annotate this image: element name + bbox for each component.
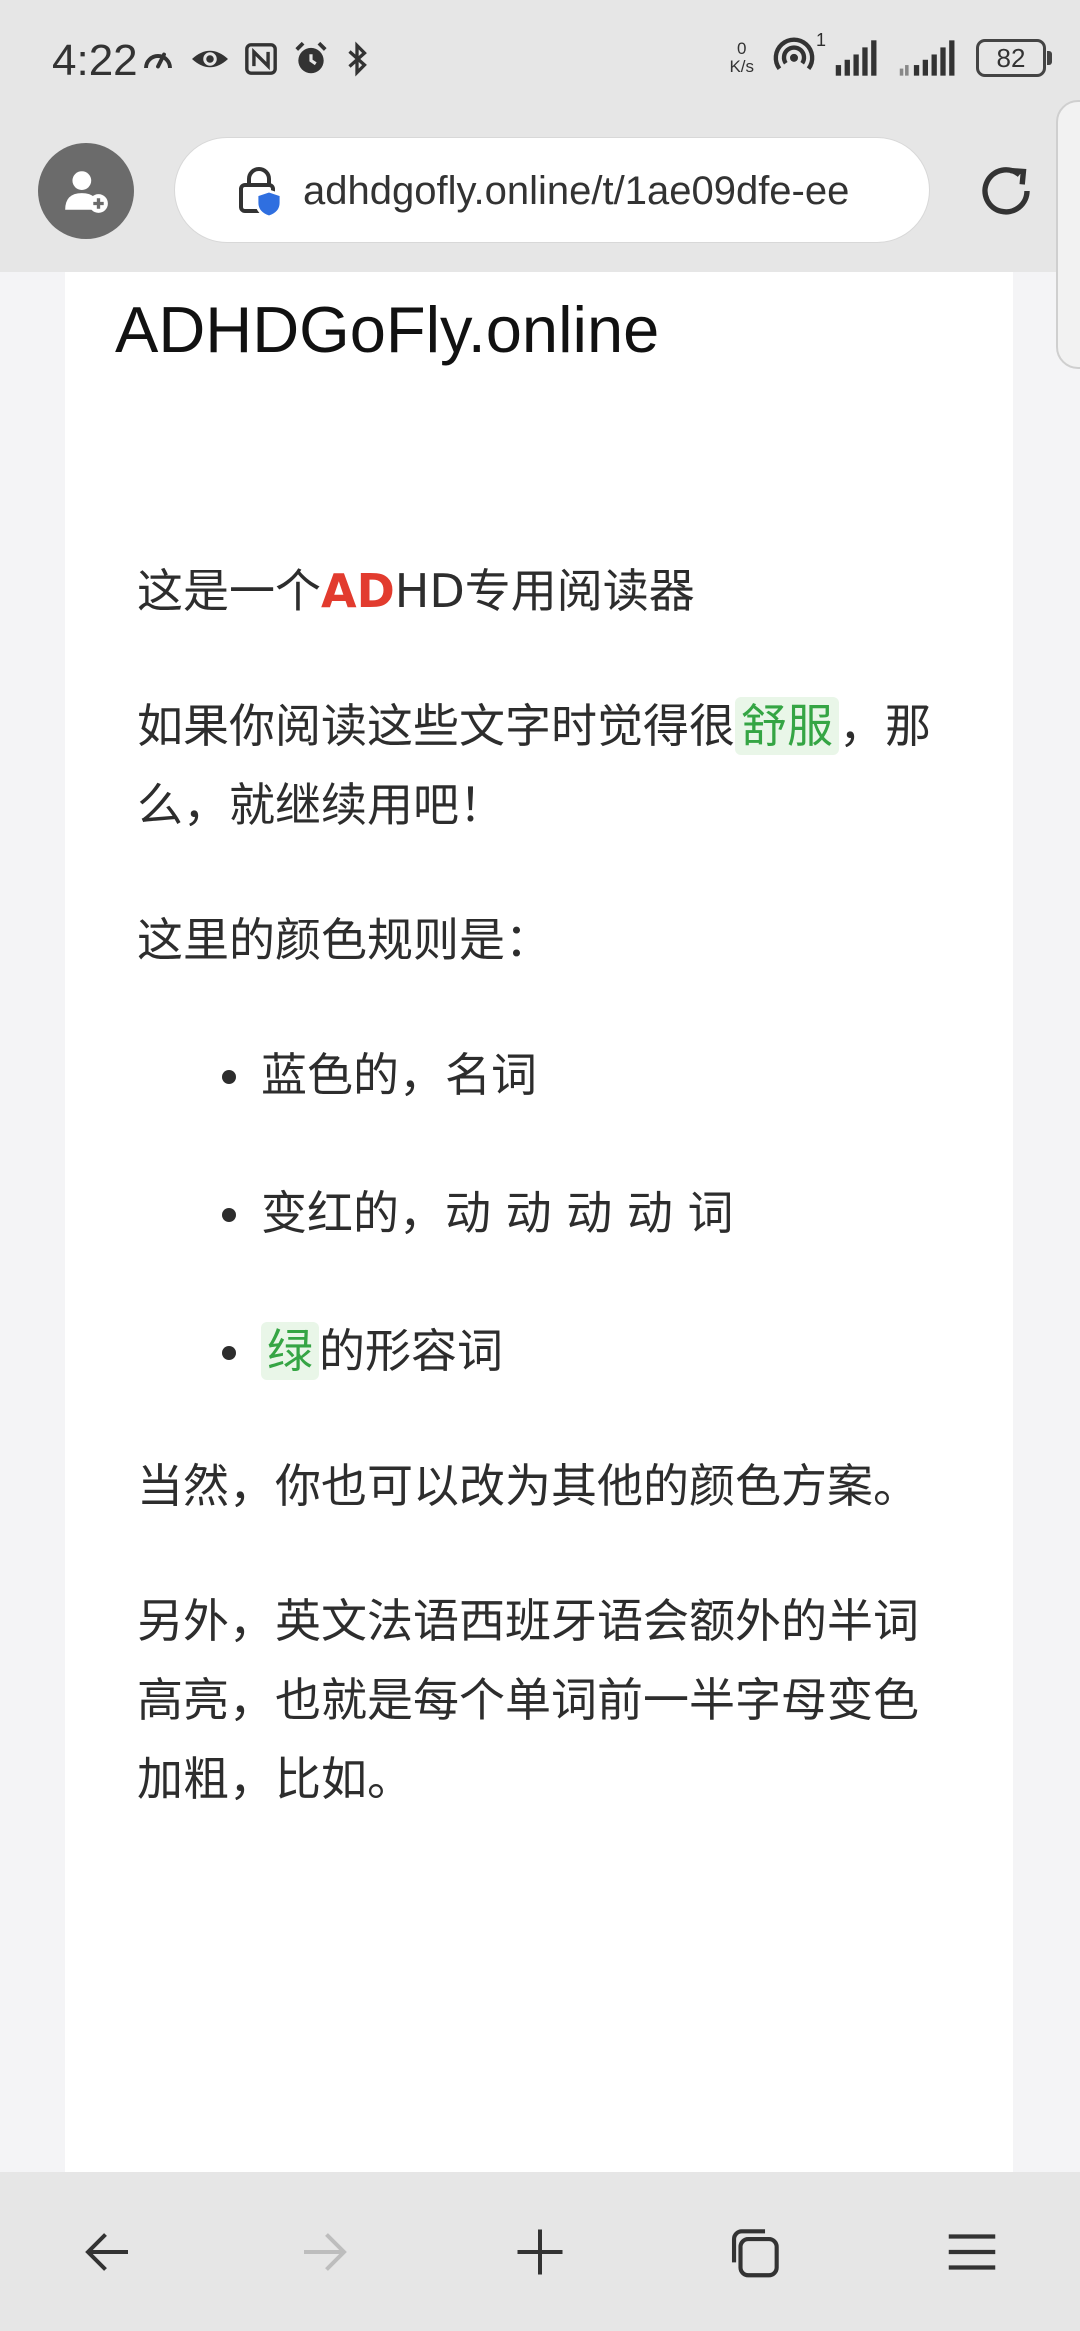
eye-icon	[192, 50, 228, 68]
list-item: 蓝色的，名词	[257, 1036, 937, 1115]
bottom-navigation	[0, 2172, 1080, 2331]
back-arrow-icon	[85, 2232, 128, 2271]
site-title: ADHDGoFly.online	[115, 293, 660, 366]
status-time: 4:22	[52, 36, 138, 85]
status-bar: 4:22 0 K/s 1 82	[0, 0, 1080, 125]
hotspot-count: 1	[815, 30, 826, 50]
tabs-icon	[731, 2228, 779, 2277]
speedometer-icon	[144, 52, 172, 69]
url-text[interactable]: adhdgofly.online/t/1ae09dfe-ee	[303, 138, 911, 244]
hotspot-icon	[773, 37, 815, 71]
signal-icon	[899, 40, 955, 76]
status-left-icons	[140, 40, 370, 78]
browser-toolbar: adhdgofly.online/t/1ae09dfe-ee	[0, 125, 1080, 272]
intro-paragraph: 这是一个ADHD专用阅读器	[137, 564, 695, 618]
tabs-button[interactable]	[706, 2202, 806, 2302]
forward-arrow-icon	[304, 2232, 347, 2271]
forward-button[interactable]	[274, 2202, 374, 2302]
comfort-paragraph: 如果你阅读这些文字时觉得很 舒服 ，那么，就继续用吧！	[137, 697, 931, 832]
rules-title: 这里的颜色规则是：	[137, 913, 551, 967]
web-page: ADHDGoFly.online 这是一个ADHD专用阅读器 如果你阅读这些文字…	[65, 272, 1013, 2172]
signal-icon	[835, 40, 877, 76]
reload-icon[interactable]	[970, 155, 1042, 227]
menu-icon	[948, 2233, 996, 2270]
side-drawer-handle[interactable]	[1056, 100, 1080, 369]
change-scheme-paragraph: 当然，你也可以改为其他的颜色方案。	[137, 1459, 919, 1513]
lock-shield-icon[interactable]	[233, 165, 285, 217]
new-tab-icon	[517, 2229, 563, 2274]
profile-button[interactable]	[38, 143, 134, 239]
verb-highlight: AD	[321, 564, 395, 618]
bionic-note-paragraph: 另外，英文法语西班牙语会额外的半词高亮，也就是每个单词前一半字母变色加粗，比如。	[137, 1594, 919, 1806]
status-right-icons: 0 K/s 1 82	[729, 30, 1052, 80]
alarm-icon	[295, 41, 327, 74]
address-bar[interactable]: adhdgofly.online/t/1ae09dfe-ee	[174, 137, 930, 243]
battery-level: 82	[996, 42, 1026, 73]
hotspot-indicator: 1	[772, 30, 826, 80]
net-speed: 0 K/s	[729, 39, 754, 76]
adjective-highlight: 舒服	[735, 697, 839, 755]
back-button[interactable]	[58, 2202, 158, 2302]
nfc-icon	[245, 43, 277, 75]
list-item: 绿的形容词	[257, 1312, 937, 1391]
adjective-highlight: 绿	[261, 1322, 319, 1380]
battery-indicator: 82	[976, 39, 1052, 77]
article-body: 这是一个ADHD专用阅读器 如果你阅读这些文字时觉得很 舒服 ，那么，就继续用吧！ …	[137, 552, 937, 1875]
new-tab-button[interactable]	[490, 2202, 590, 2302]
color-rules-list: 蓝色的，名词 变红的，动 动 动 动 词 绿的形容词	[137, 1036, 937, 1391]
list-item: 变红的，动 动 动 动 词	[257, 1174, 937, 1253]
menu-button[interactable]	[922, 2202, 1022, 2302]
bluetooth-icon	[348, 41, 367, 77]
profile-icon	[65, 171, 108, 213]
